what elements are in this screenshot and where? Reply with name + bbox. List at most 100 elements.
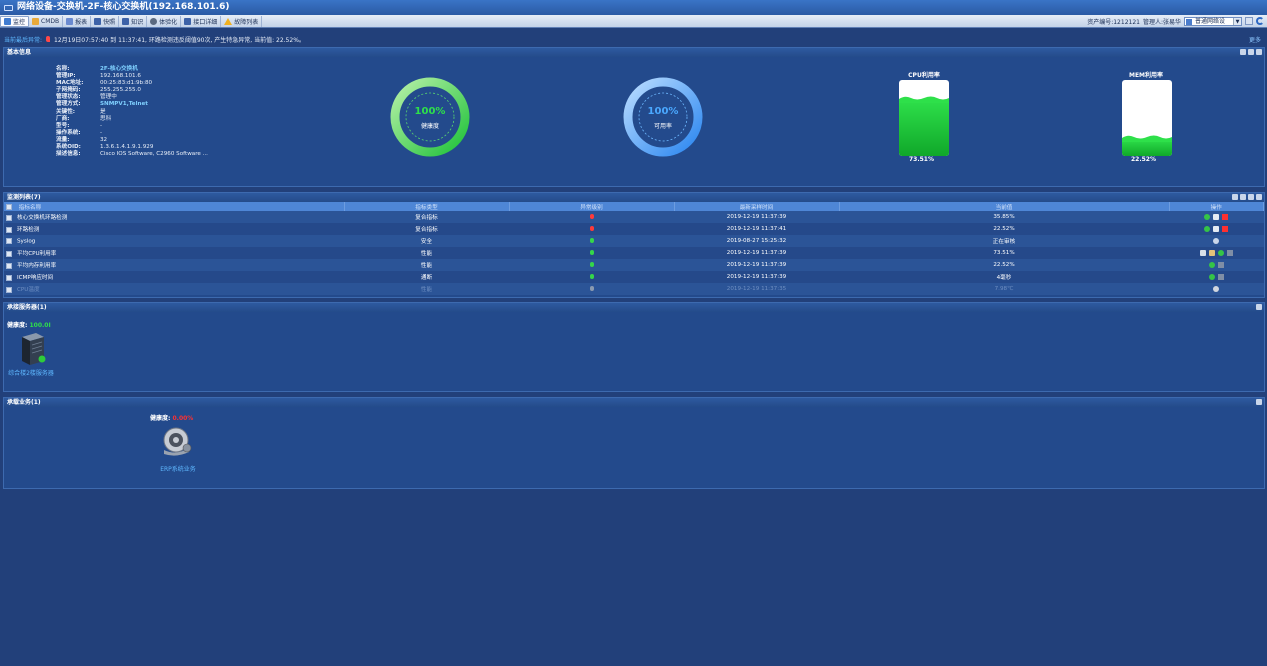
col-level[interactable]: 异常级别 [509,202,675,211]
cell-level [509,247,674,259]
gear-business-icon[interactable] [161,426,193,456]
info-row: 厂商: 思科 [56,116,208,123]
table-row[interactable]: Syslog 安全 2019-08-27 15:25:32 正在审核 [4,235,1264,247]
col-name[interactable]: 指标名称 [4,202,345,211]
info-key: 流量: [56,136,70,143]
document-icon[interactable] [1213,214,1220,220]
add-icon[interactable] [1240,49,1246,55]
table-row[interactable]: 核心交换机环路检测 复合指标 2019-12-19 11:37:39 35.85% [4,211,1264,223]
delete-icon[interactable] [1222,214,1229,220]
refresh-icon[interactable] [1256,17,1264,25]
globe-icon [150,17,158,25]
table-row[interactable]: ICMP响应时间 通断 2019-12-19 11:37:39 4毫秒 [4,271,1264,283]
cell-time: 2019-12-19 11:37:39 [726,274,787,280]
export-icon[interactable] [1245,17,1253,25]
refresh-icon[interactable] [1256,49,1262,55]
status-ok-icon[interactable] [1208,274,1215,280]
tab-cmdb[interactable]: CMDB [29,15,64,27]
add-icon[interactable] [1232,194,1238,200]
bar-chart-icon[interactable] [1226,250,1233,256]
cell-level [509,271,674,283]
server-icon[interactable] [16,331,48,367]
chart-icon[interactable] [1208,250,1215,256]
cell-ops [1169,235,1264,247]
row-checkbox[interactable] [6,286,12,293]
info-row: 管理方式: SNMPV1,Telnet [56,101,208,108]
col-type[interactable]: 指标类型 [344,202,510,211]
row-checkbox[interactable] [6,226,12,233]
tab-knowledge[interactable]: 知识 [119,15,148,27]
cell-time: 2019-12-19 11:37:39 [726,250,787,256]
document-icon[interactable] [1213,226,1220,232]
info-value: 是 [100,108,106,115]
health-gauge: 100% 健康度 [389,76,471,158]
status-icon[interactable] [1213,286,1220,292]
cell-name: Syslog [4,235,344,247]
panel-header: 承接服务器(1) [4,303,1264,312]
cell-type: 安全 [420,239,433,245]
tab-fault-list[interactable]: 故障列表 [221,15,263,27]
bar-chart-icon[interactable] [1217,262,1224,268]
device-info-list: 名称: 2F-核心交换机 管理IP: 192.168.101.6 MAC地址: 00:25… [56,66,208,158]
more-link[interactable]: 更多 [1249,35,1261,44]
cell-value: 22.52% [993,262,1015,268]
book-icon [122,17,130,25]
cell-ops [1169,247,1264,259]
chevron-down-icon[interactable]: ▼ [1233,17,1241,25]
cell-time: 2019-12-19 11:37:35 [726,286,787,292]
status-ok-icon[interactable] [1217,250,1224,256]
cpu-fill [899,100,949,156]
cell-ops [1169,223,1264,235]
col-value[interactable]: 当前值 [839,202,1170,211]
report-icon [66,17,74,25]
cell-level [509,259,674,271]
panel-header: 监测列表(7) [4,193,1264,202]
settings-icon[interactable] [1248,49,1254,55]
server-label[interactable]: 综合楼2楼服务器 [8,370,54,378]
status-pin-icon [589,213,594,219]
table-row[interactable]: 平均内存利用率 性能 2019-12-19 11:37:39 22.52% [4,259,1264,271]
tab-experience[interactable]: 体验化 [147,15,182,27]
info-value: SNMPV1,Telnet [100,101,148,108]
tab-report[interactable]: 报表 [63,15,92,27]
refresh-icon[interactable] [1256,194,1262,200]
bar-chart-icon[interactable] [1217,274,1224,280]
status-ok-icon[interactable] [1204,214,1211,220]
collapse-icon[interactable] [1256,399,1262,405]
metric-name: 核心交换机环路检测 [17,215,68,221]
row-checkbox[interactable] [6,214,12,221]
row-checkbox[interactable] [6,262,12,269]
device-type-select[interactable]: 普通网络设 ▼ [1184,16,1242,26]
delete-icon[interactable] [1222,226,1229,232]
col-ops: 操作 [1169,202,1264,211]
cell-name: CPU温度 [4,283,344,295]
metric-name: 平均内存利用率 [17,263,57,269]
cell-value: 正在审核 [992,239,1016,245]
tab-monitor[interactable]: 监控 [0,15,30,27]
row-checkbox[interactable] [6,274,12,281]
table-row[interactable]: 环路检测 复合指标 2019-12-19 11:37:41 22.52% [4,223,1264,235]
collapse-icon[interactable] [1256,304,1262,310]
cpu-value: 73.51% [909,156,934,163]
status-ok-icon[interactable] [1208,262,1215,268]
tab-snapshot[interactable]: 快照 [91,15,120,27]
row-checkbox[interactable] [6,237,12,244]
tab-interface-detail[interactable]: 接口详细 [181,15,222,27]
edit-icon[interactable] [1240,194,1246,200]
settings-icon[interactable] [1248,194,1254,200]
status-pin-icon [589,261,594,267]
search-icon[interactable] [1213,238,1220,244]
col-time[interactable]: 最新采样时间 [674,202,840,211]
info-key: 关键性: [56,108,76,115]
status-ok-icon[interactable] [1204,226,1211,232]
snapshot-icon [94,17,102,25]
table-icon[interactable] [1199,250,1206,256]
business-label[interactable]: ERP系统业务 [150,464,206,473]
basic-info-panel: 基本信息 名称: 2F-核心交换机 管理IP: 192.168.101.6 MAC地址:… [3,47,1265,187]
panel-header: 承载业务(1) [4,398,1264,407]
table-row[interactable]: 平均CPU利用率 性能 2019-12-19 11:37:39 73.51% [4,247,1264,259]
select-all-checkbox[interactable] [6,204,12,210]
table-row[interactable]: CPU温度 性能 2019-12-19 11:37:35 7.98℃ [4,283,1264,295]
row-checkbox[interactable] [6,250,12,257]
cell-time: 2019-12-19 11:37:41 [726,226,787,232]
